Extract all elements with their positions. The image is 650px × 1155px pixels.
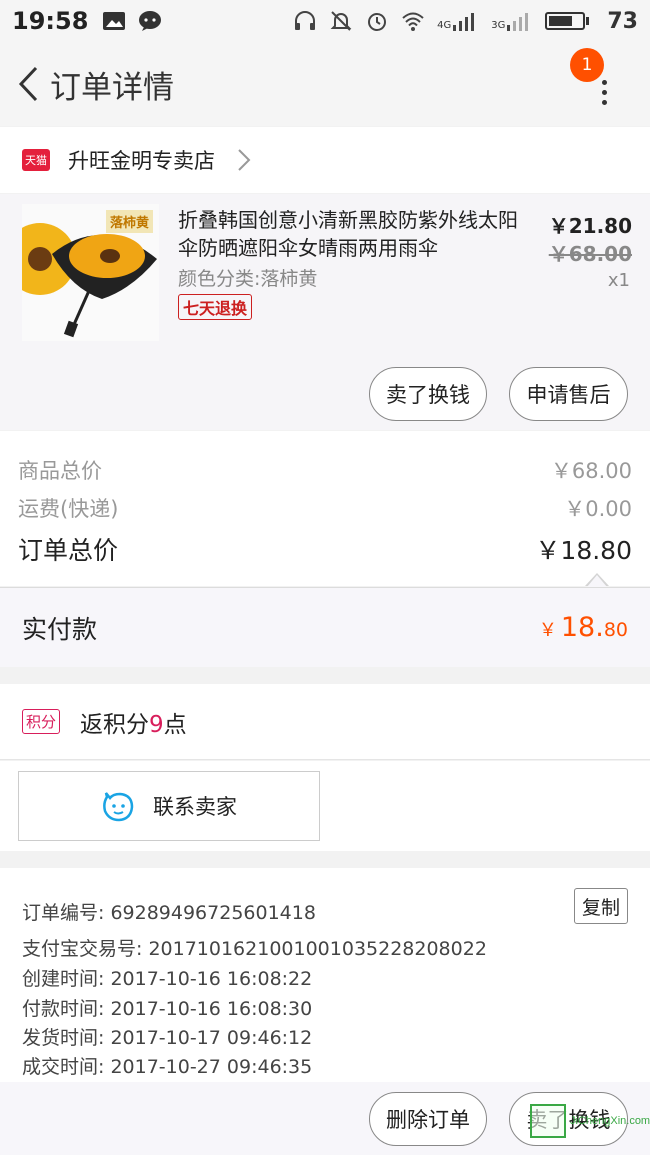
- more-dots-icon: [602, 80, 608, 110]
- order-info: 订单编号: 69289496725601418 复制 支付宝交易号: 20171…: [0, 868, 650, 1082]
- paid-time: 付款时间: 2017-10-16 16:08:30: [22, 998, 313, 1020]
- watermark-logo-icon: [530, 1104, 566, 1138]
- points-tag: 积分: [22, 709, 61, 734]
- signal-4g: 4G: [437, 11, 479, 31]
- order-total-row: 订单总价 ￥18.80: [18, 531, 632, 567]
- site-watermark: JiChengXin.com: [530, 1104, 650, 1138]
- contact-seller-label: 联系卖家: [153, 795, 237, 819]
- headphones-icon: [295, 11, 316, 30]
- order-total-label: 订单总价: [18, 536, 119, 565]
- signal-bars-icon: [507, 13, 529, 31]
- after-sale-button[interactable]: 申请售后: [509, 367, 628, 421]
- item-price: ￥21.80: [548, 214, 632, 238]
- watermark-text: JiChengXin.com: [570, 1115, 650, 1127]
- order-item[interactable]: 落柿黄 折叠韩国创意小清新黑胶防紫外线太阳伞防晒遮阳伞女晴雨两用雨伞 颜色分类:…: [0, 194, 650, 430]
- points-row: 积分 返积分9点: [0, 684, 650, 760]
- network-4g-label: 4G: [437, 20, 452, 31]
- caret-decoration-inner: [587, 575, 607, 587]
- paid-amount-decimal: 80: [603, 619, 628, 641]
- battery-icon: [545, 12, 590, 30]
- thumbnail-label: 落柿黄: [105, 210, 153, 233]
- alipay-trade-number: 支付宝交易号: 2017101621001001035228208022: [22, 938, 487, 960]
- goods-total-label: 商品总价: [18, 459, 102, 483]
- paid-currency: ￥: [538, 620, 557, 641]
- shop-name: 升旺金明专卖店: [68, 149, 215, 173]
- nav-bar: 订单详情: [0, 42, 650, 126]
- page-title: 订单详情: [50, 69, 174, 106]
- product-thumbnail[interactable]: 落柿黄: [22, 204, 159, 341]
- copy-button[interactable]: 复制: [574, 888, 628, 924]
- order-total-value: ￥18.80: [535, 536, 632, 565]
- chevron-right-icon: [238, 149, 251, 171]
- delete-order-button[interactable]: 删除订单: [369, 1092, 487, 1146]
- back-icon[interactable]: [6, 54, 50, 114]
- paid-amount: ￥ 18. 80: [539, 612, 628, 643]
- image-notification-icon: [103, 12, 126, 30]
- status-bar: 19:58 4G 3G 73: [0, 0, 650, 42]
- price-summary: 商品总价 ￥68.00 运费(快递) ￥0.00 订单总价 ￥18.80: [0, 431, 650, 586]
- signal-bars-icon: [453, 13, 475, 31]
- mute-icon: [330, 11, 352, 31]
- chat-notification-icon: [139, 11, 162, 31]
- alarm-icon: [368, 13, 387, 31]
- shipped-time: 发货时间: 2017-10-17 09:46:12: [22, 1027, 313, 1049]
- created-time: 创建时间: 2017-10-16 16:08:22: [22, 968, 313, 990]
- item-quantity: x1: [607, 270, 630, 291]
- points-text: 返积分9点: [80, 705, 187, 739]
- paid-amount-integer: 18.: [560, 612, 604, 643]
- shipping-row: 运费(快递) ￥0.00: [18, 493, 632, 523]
- points-prefix: 返积分: [80, 711, 150, 738]
- order-number: 订单编号: 69289496725601418: [22, 902, 316, 924]
- paid-amount-row: 实付款 ￥ 18. 80: [0, 587, 650, 667]
- completed-time: 成交时间: 2017-10-27 09:46:35: [22, 1056, 313, 1078]
- return-policy-tag: 七天退换: [178, 294, 253, 320]
- wifi-icon: [402, 12, 424, 31]
- battery-percent: 73: [607, 8, 638, 34]
- paid-label: 实付款: [22, 614, 98, 644]
- points-number: 9: [149, 711, 164, 738]
- shipping-label: 运费(快递): [18, 497, 119, 521]
- shipping-value: ￥0.00: [564, 497, 632, 521]
- signal-3g: 3G: [491, 11, 533, 31]
- item-title[interactable]: 折叠韩国创意小清新黑胶防紫外线太阳伞防晒遮阳伞女晴雨两用雨伞: [178, 206, 518, 262]
- item-original-price: ￥68.00: [548, 242, 632, 266]
- shop-row[interactable]: 天猫 升旺金明专卖店: [0, 127, 650, 193]
- contact-seller-button[interactable]: 联系卖家: [18, 771, 320, 841]
- tmall-logo: 天猫: [22, 149, 50, 171]
- wangwang-chat-icon: [103, 792, 134, 822]
- notification-badge: 1: [570, 48, 604, 82]
- network-3g-label: 3G: [491, 20, 506, 31]
- sell-button[interactable]: 卖了换钱: [369, 367, 487, 421]
- status-time: 19:58: [12, 7, 89, 35]
- contact-section: 联系卖家: [0, 761, 650, 851]
- points-suffix: 点: [163, 711, 187, 738]
- goods-total-row: 商品总价 ￥68.00: [18, 455, 632, 485]
- item-sku: 颜色分类:落柿黄: [178, 268, 318, 290]
- goods-total-value: ￥68.00: [550, 459, 632, 483]
